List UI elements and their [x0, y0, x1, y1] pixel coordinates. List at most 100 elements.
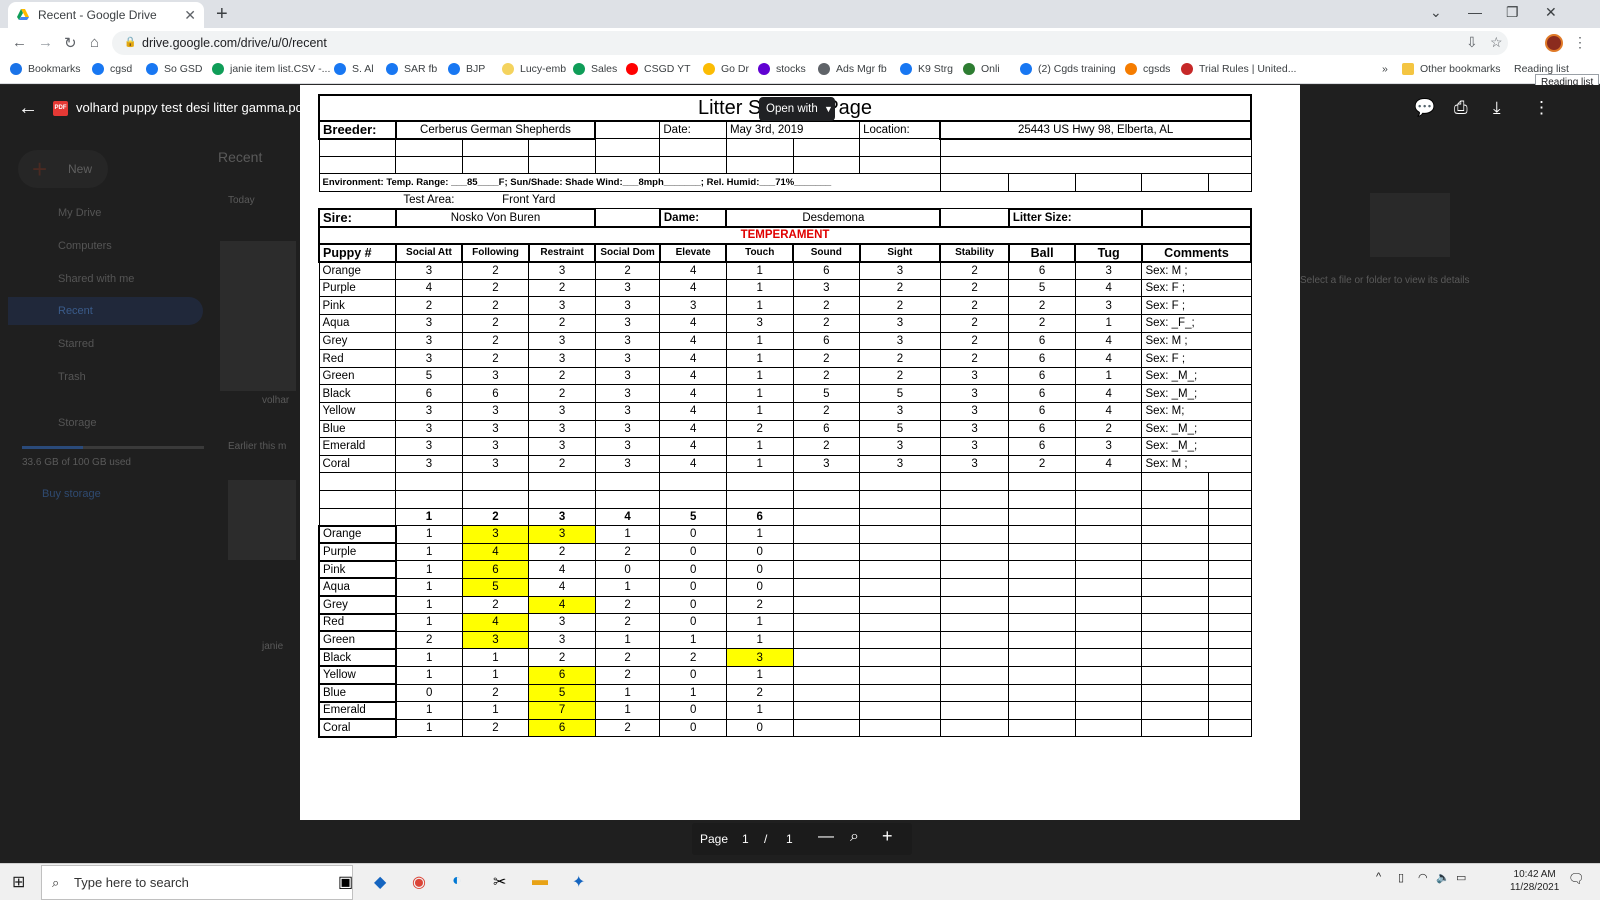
- bookmark-item[interactable]: So GSD: [146, 63, 203, 75]
- empty-cell: [319, 191, 396, 209]
- bookmark-item[interactable]: Sales: [573, 63, 617, 75]
- sidebar-item-my-drive[interactable]: My Drive: [58, 207, 101, 219]
- tab-search-icon[interactable]: ⌄: [1430, 4, 1442, 21]
- empty-cell: [594, 120, 661, 140]
- score-cell: 2: [939, 314, 1010, 333]
- page-current[interactable]: 1: [742, 832, 749, 846]
- zoom-out-icon[interactable]: —: [818, 828, 834, 846]
- forward-icon[interactable]: →: [38, 34, 53, 51]
- score-cell: 2: [859, 278, 941, 298]
- other-bookmarks[interactable]: Other bookmarks: [1402, 63, 1501, 75]
- bookmark-item[interactable]: BJP: [448, 63, 485, 75]
- bookmark-item[interactable]: (2) Cgds training: [1020, 63, 1116, 75]
- sidebar-item-trash[interactable]: Trash: [58, 371, 86, 383]
- close-window-icon[interactable]: ✕: [1545, 4, 1557, 21]
- reload-icon[interactable]: ↻: [64, 34, 77, 52]
- bookmark-item[interactable]: Ads Mgr fb: [818, 63, 887, 75]
- empty-cell: [1142, 191, 1209, 209]
- add-comment-icon[interactable]: 💬: [1414, 98, 1435, 118]
- file-thumbnail[interactable]: [228, 480, 296, 560]
- restore-icon[interactable]: ❐: [1506, 4, 1519, 21]
- empty-cell: [1008, 525, 1076, 544]
- taskbar-search[interactable]: ⌕ Type here to search: [41, 865, 353, 900]
- tally-cell: 2: [725, 683, 794, 703]
- tray-chevron-icon[interactable]: ^: [1376, 871, 1381, 883]
- chrome-icon[interactable]: ◉: [412, 872, 426, 892]
- score-cell: 3: [528, 402, 596, 421]
- score-cell: 1: [725, 437, 794, 456]
- zoom-icon[interactable]: ⌕: [850, 828, 859, 846]
- tally-cell: 2: [461, 718, 530, 738]
- empty-cell: [1208, 525, 1252, 544]
- score-cell: 1: [725, 402, 794, 421]
- table-row: Green 2 3 3 1 1 1: [318, 630, 1252, 650]
- download-icon[interactable]: ⤓: [1493, 98, 1501, 118]
- sidebar-item-recent[interactable]: Recent: [58, 305, 93, 317]
- tab-strip: Recent - Google Drive ✕ + ⌄ — ❐ ✕: [0, 0, 1600, 28]
- app-icon[interactable]: ◆: [374, 872, 386, 892]
- profile-avatar[interactable]: [1545, 34, 1563, 52]
- sidebar-item-starred[interactable]: Starred: [58, 338, 94, 350]
- buy-storage-button[interactable]: Buy storage: [42, 488, 101, 500]
- back-icon[interactable]: ←: [12, 34, 27, 51]
- sidebar-item-shared[interactable]: Shared with me: [58, 273, 134, 285]
- bookmark-star-icon[interactable]: ☆: [1490, 34, 1503, 51]
- file-thumbnail[interactable]: [220, 241, 296, 391]
- back-arrow-icon[interactable]: ←: [18, 97, 38, 120]
- open-with-label: Open with: [766, 103, 818, 115]
- score-cell: 3: [594, 314, 661, 333]
- empty-cell: [1141, 665, 1209, 685]
- menu-icon[interactable]: ⋮: [1573, 34, 1587, 51]
- bookmark-item[interactable]: K9 Strg: [900, 63, 953, 75]
- edge-icon[interactable]: ◐: [452, 872, 462, 890]
- empty-cell: [792, 542, 861, 562]
- app-icon[interactable]: ✦: [572, 872, 585, 892]
- bookmark-item[interactable]: Go Dr: [703, 63, 749, 75]
- bookmark-item[interactable]: Lucy-emb: [502, 63, 566, 75]
- bookmark-item[interactable]: cgsds: [1125, 63, 1170, 75]
- install-icon[interactable]: ⇩: [1466, 34, 1478, 51]
- chevron-down-icon: ▼: [823, 104, 833, 114]
- snip-tool-icon[interactable]: ✂: [493, 872, 506, 892]
- score-cell: 5: [859, 384, 941, 403]
- bookmark-item[interactable]: S. Al: [334, 63, 374, 75]
- address-bar[interactable]: 🔒 drive.google.com/drive/u/0/recent: [112, 31, 1508, 55]
- bookmark-item[interactable]: Trial Rules | United...: [1181, 63, 1296, 75]
- search-icon: ⌕: [52, 875, 60, 890]
- tally-cell: 1: [395, 542, 463, 562]
- bookmark-item[interactable]: janie item list.CSV -...: [212, 63, 330, 75]
- tally-cell: 4: [528, 577, 596, 597]
- bookmarks-overflow-icon[interactable]: »: [1382, 63, 1388, 75]
- volume-icon[interactable]: 🔈: [1436, 871, 1450, 884]
- home-icon[interactable]: ⌂: [90, 34, 99, 51]
- file-explorer-icon[interactable]: ▬: [532, 872, 548, 890]
- print-icon[interactable]: ⎙: [1454, 98, 1468, 118]
- close-tab-icon[interactable]: ✕: [184, 7, 196, 24]
- bookmark-item[interactable]: stocks: [758, 63, 806, 75]
- clock[interactable]: 10:42 AM 11/28/2021: [1510, 868, 1559, 894]
- sidebar-item-computers[interactable]: Computers: [58, 240, 112, 252]
- wifi-icon[interactable]: ◠: [1418, 871, 1428, 884]
- browser-tab[interactable]: Recent - Google Drive ✕: [8, 2, 204, 28]
- bookmark-item[interactable]: CSGD YT: [626, 63, 690, 75]
- zoom-in-icon[interactable]: +: [882, 826, 893, 847]
- score-cell: 3: [939, 366, 1010, 386]
- task-view-icon[interactable]: ▣: [338, 872, 353, 892]
- comment-cell: Sex: M ;: [1141, 261, 1252, 280]
- new-button[interactable]: + New: [18, 150, 108, 188]
- tally-cell: 1: [395, 701, 463, 720]
- bookmark-item[interactable]: SAR fb: [386, 63, 437, 75]
- more-options-icon[interactable]: ⋮: [1533, 98, 1550, 118]
- new-tab-icon[interactable]: +: [216, 4, 228, 24]
- bookmark-item[interactable]: Bookmarks: [10, 63, 81, 75]
- open-with-button[interactable]: Open with ▼: [759, 97, 835, 121]
- sidebar-item-storage[interactable]: Storage: [58, 417, 97, 429]
- bookmark-favicon-icon: [334, 63, 346, 75]
- bookmark-item[interactable]: Onli: [963, 63, 1000, 75]
- windows-start-icon[interactable]: ⊞: [12, 872, 25, 892]
- score-cell: 2: [725, 419, 794, 439]
- minimize-icon[interactable]: —: [1468, 4, 1482, 20]
- bookmark-item[interactable]: cgsd: [92, 63, 132, 75]
- puppy-name: Coral: [318, 454, 397, 474]
- notifications-icon[interactable]: 🗨: [1568, 871, 1585, 887]
